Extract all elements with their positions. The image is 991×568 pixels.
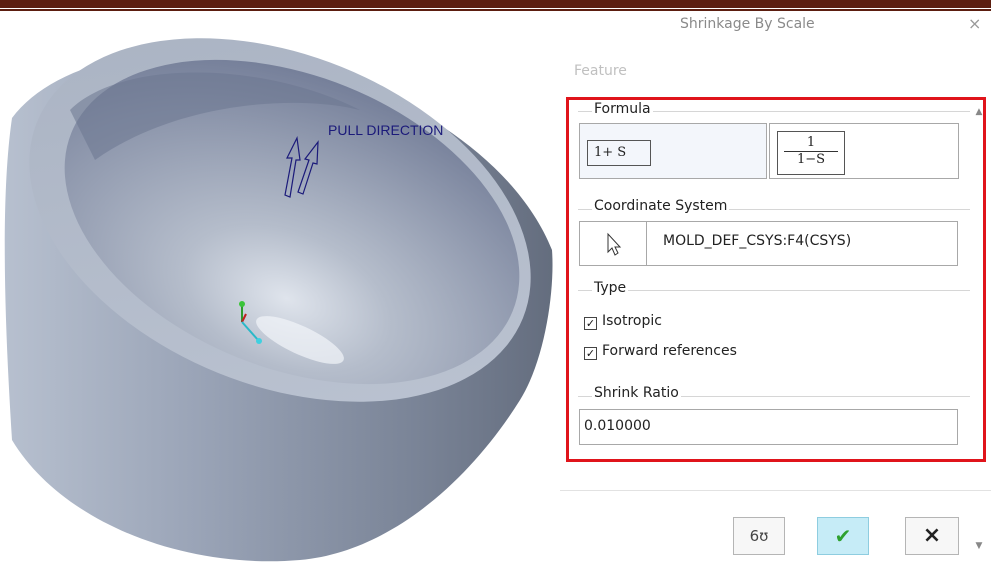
formula-group-label: Formula (592, 101, 653, 117)
forward-references-label: Forward references (602, 343, 737, 359)
header-bar (0, 0, 991, 8)
formula-denominator: 1−S (796, 152, 826, 167)
close-icon[interactable]: × (968, 14, 981, 33)
scroll-down-arrow-icon[interactable]: ▼ (972, 536, 986, 556)
cancel-x-icon: × (922, 523, 942, 548)
glasses-icon: 6ʊ (749, 527, 769, 545)
formula-numerator: 1 (806, 135, 816, 150)
formula-option-2[interactable]: 1 1−S (769, 123, 959, 179)
formula-1-plus-s-icon: 1+ S (587, 140, 651, 166)
header-rule (0, 9, 991, 11)
model-viewport[interactable]: PULL DIRECTION (0, 12, 560, 564)
pull-direction-label: PULL DIRECTION (328, 122, 444, 138)
ok-button[interactable]: ✔ (817, 517, 869, 555)
formula-option-1[interactable]: 1+ S (579, 123, 767, 179)
shrink-ratio-input[interactable]: 0.010000 (579, 409, 958, 445)
preview-button[interactable]: 6ʊ (733, 517, 785, 555)
selection-arrow-button[interactable] (580, 222, 647, 265)
panel-scrollbar[interactable]: ▲ ▼ (972, 100, 986, 551)
isotropic-checkbox[interactable]: ✓ (584, 317, 597, 330)
checkmark-icon: ✔ (834, 524, 852, 548)
coordinate-system-value: MOLD_DEF_CSYS:F4(CSYS) (663, 233, 852, 249)
shrink-ratio-label: Shrink Ratio (592, 385, 681, 401)
mold-part-model (4, 38, 553, 562)
type-label: Type (592, 280, 629, 296)
coordinate-system-label: Coordinate System (592, 198, 730, 214)
isotropic-label: Isotropic (602, 313, 662, 329)
feature-label: Feature (574, 63, 627, 79)
formula-1-over-1-minus-s-icon: 1 1−S (777, 131, 845, 175)
cursor-arrow-icon (607, 232, 622, 256)
scroll-up-arrow-icon[interactable]: ▲ (972, 102, 986, 122)
forward-references-checkbox[interactable]: ✓ (584, 347, 597, 360)
cancel-button[interactable]: × (905, 517, 959, 555)
type-group (578, 290, 970, 291)
dialog-title: Shrinkage By Scale (680, 16, 815, 32)
coordinate-system-collector[interactable]: MOLD_DEF_CSYS:F4(CSYS) (579, 221, 958, 266)
footer-separator (560, 490, 991, 491)
